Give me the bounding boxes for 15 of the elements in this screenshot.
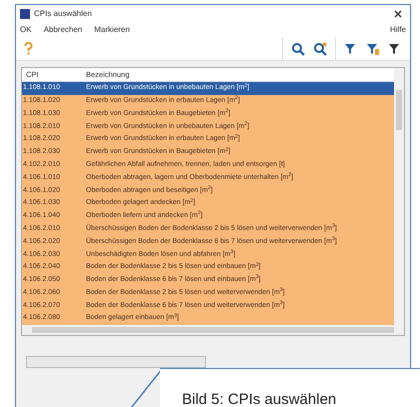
filter-icon[interactable] xyxy=(344,42,358,56)
menu-item[interactable]: Hilfe xyxy=(390,24,406,36)
window-title: CPIs auswählen xyxy=(34,8,92,20)
menu-item[interactable]: Abbrechen xyxy=(44,24,82,36)
app-icon xyxy=(20,9,30,19)
menu-item[interactable]: OK xyxy=(20,24,32,36)
caption: Bild 5: CPIs auswählen xyxy=(182,392,336,407)
horizontal-scrollbar[interactable] xyxy=(22,325,404,336)
vertical-scrollbar[interactable] xyxy=(394,68,404,326)
zoom-plus-icon[interactable] xyxy=(313,42,327,56)
menu-item[interactable]: Markieren xyxy=(94,24,130,36)
close-icon[interactable] xyxy=(394,10,402,18)
filter-icon[interactable] xyxy=(366,42,380,56)
filter-icon[interactable] xyxy=(388,42,402,56)
search-icon[interactable] xyxy=(291,42,305,56)
